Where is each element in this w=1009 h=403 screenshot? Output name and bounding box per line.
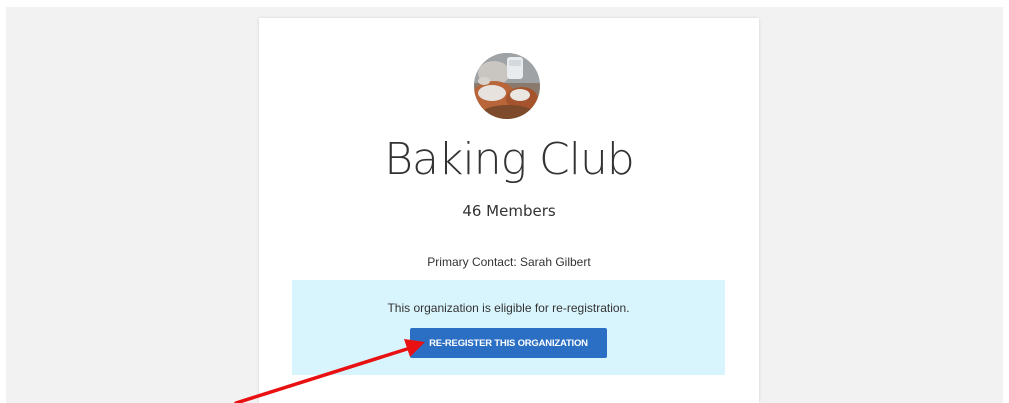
- organization-name: Baking Club: [384, 134, 635, 185]
- eligibility-notice: This organization is eligible for re-reg…: [292, 280, 725, 375]
- baked-goods-photo-icon: [474, 53, 540, 119]
- page-background: Baking Club 46 Members Primary Contact: …: [6, 7, 1003, 403]
- eligibility-message: This organization is eligible for re-reg…: [387, 301, 630, 315]
- member-count: 46 Members: [462, 202, 556, 220]
- organization-avatar: [474, 53, 540, 119]
- primary-contact: Primary Contact: Sarah Gilbert: [427, 255, 591, 269]
- organization-card: Baking Club 46 Members Primary Contact: …: [259, 18, 759, 403]
- reregister-button[interactable]: RE-REGISTER THIS ORGANIZATION: [410, 328, 607, 358]
